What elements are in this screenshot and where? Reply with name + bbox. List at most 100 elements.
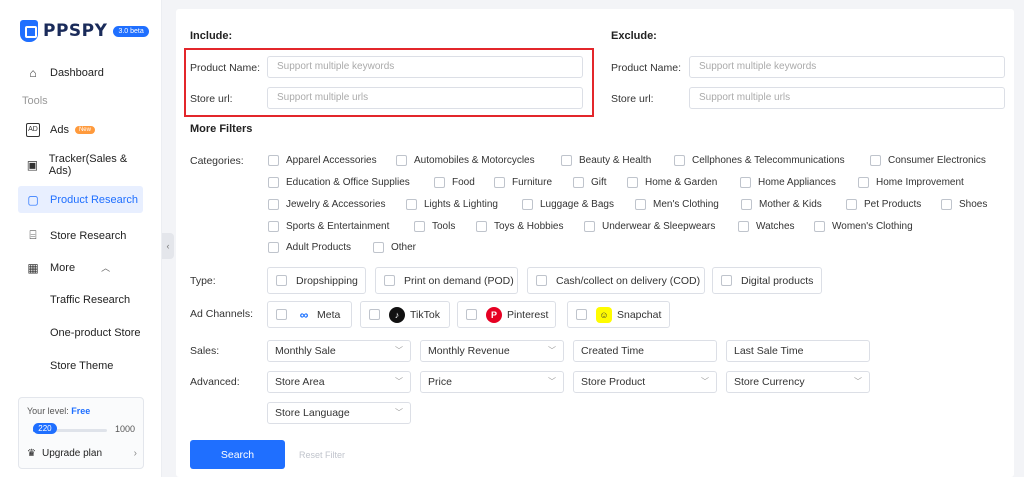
checkbox[interactable] bbox=[814, 221, 825, 232]
category-toys-hobbies[interactable]: Toys & Hobbies bbox=[476, 221, 563, 232]
monthly-revenue-select[interactable]: Monthly Revenue ﹀ bbox=[420, 340, 564, 362]
sidebar-item-product-research[interactable]: ▢ Product Research bbox=[18, 186, 143, 213]
channel-snapchat[interactable]: ☺ Snapchat bbox=[567, 301, 670, 328]
checkbox[interactable] bbox=[494, 177, 505, 188]
checkbox[interactable] bbox=[741, 199, 752, 210]
last-sale-time-select[interactable]: Last Sale Time bbox=[726, 340, 870, 362]
beta-badge: 3.0 beta bbox=[113, 25, 149, 37]
category-cellphones-telecommunications[interactable]: Cellphones & Telecommunications bbox=[674, 155, 845, 166]
sidebar-item-tracker[interactable]: ▣ Tracker(Sales & Ads) bbox=[18, 151, 143, 178]
sidebar-item-more[interactable]: ▦ More ︿ bbox=[18, 254, 143, 281]
checkbox[interactable] bbox=[846, 199, 857, 210]
sidebar-item-ads[interactable]: AD Ads New bbox=[18, 116, 143, 143]
category-automobiles-motorcycles[interactable]: Automobiles & Motorcycles bbox=[396, 155, 535, 166]
sidebar-item-dashboard[interactable]: ⌂ Dashboard bbox=[18, 59, 143, 86]
category-education-office-supplies[interactable]: Education & Office Supplies bbox=[268, 177, 410, 188]
exclude-store-url-input[interactable]: Support multiple urls bbox=[689, 87, 1005, 109]
sidebar-item-label: Dashboard bbox=[50, 66, 104, 79]
checkbox[interactable] bbox=[268, 199, 279, 210]
checkbox[interactable] bbox=[576, 309, 587, 320]
type-digital-products[interactable]: Digital products bbox=[712, 267, 822, 294]
checkbox[interactable] bbox=[268, 221, 279, 232]
checkbox[interactable] bbox=[476, 221, 487, 232]
search-button[interactable]: Search bbox=[190, 440, 285, 469]
checkbox[interactable] bbox=[635, 199, 646, 210]
category-other[interactable]: Other bbox=[373, 242, 416, 253]
category-home-improvement[interactable]: Home Improvement bbox=[858, 177, 964, 188]
category-women-s-clothing[interactable]: Women's Clothing bbox=[814, 221, 913, 232]
category-tools[interactable]: Tools bbox=[414, 221, 455, 232]
checkbox[interactable] bbox=[466, 309, 477, 320]
checkbox[interactable] bbox=[414, 221, 425, 232]
checkbox[interactable] bbox=[740, 177, 751, 188]
include-store-url-input[interactable]: Support multiple urls bbox=[267, 87, 583, 109]
checkbox[interactable] bbox=[406, 199, 417, 210]
checkbox[interactable] bbox=[561, 155, 572, 166]
channel-tiktok[interactable]: ♪ TikTok bbox=[360, 301, 450, 328]
channel-meta[interactable]: ∞ Meta bbox=[267, 301, 352, 328]
type-print-on-demand-pod[interactable]: Print on demand (POD) bbox=[375, 267, 518, 294]
checkbox[interactable] bbox=[396, 155, 407, 166]
logo[interactable]: PPSPY 3.0 beta bbox=[20, 20, 149, 42]
created-time-select[interactable]: Created Time bbox=[573, 340, 717, 362]
category-consumer-electronics[interactable]: Consumer Electronics bbox=[870, 155, 986, 166]
category-lights-lighting[interactable]: Lights & Lighting bbox=[406, 199, 498, 210]
category-jewelry-accessories[interactable]: Jewelry & Accessories bbox=[268, 199, 385, 210]
category-underwear-sleepwears[interactable]: Underwear & Sleepwears bbox=[584, 221, 715, 232]
sidebar-item-store-research[interactable]: ⌸ Store Research bbox=[18, 222, 143, 249]
checkbox[interactable] bbox=[373, 242, 384, 253]
category-adult-products[interactable]: Adult Products bbox=[268, 242, 351, 253]
include-product-name-input[interactable]: Support multiple keywords bbox=[267, 56, 583, 78]
checkbox[interactable] bbox=[738, 221, 749, 232]
checkbox[interactable] bbox=[268, 155, 279, 166]
checkbox[interactable] bbox=[434, 177, 445, 188]
checkbox[interactable] bbox=[276, 275, 287, 286]
checkbox[interactable] bbox=[674, 155, 685, 166]
category-shoes[interactable]: Shoes bbox=[941, 199, 987, 210]
category-apparel-accessories[interactable]: Apparel Accessories bbox=[268, 155, 377, 166]
checkbox[interactable] bbox=[627, 177, 638, 188]
category-luggage-bags[interactable]: Luggage & Bags bbox=[522, 199, 614, 210]
checkbox[interactable] bbox=[858, 177, 869, 188]
category-pet-products[interactable]: Pet Products bbox=[846, 199, 921, 210]
category-sports-entertainment[interactable]: Sports & Entertainment bbox=[268, 221, 389, 232]
category-men-s-clothing[interactable]: Men's Clothing bbox=[635, 199, 719, 210]
type-dropshipping[interactable]: Dropshipping bbox=[267, 267, 366, 294]
category-home-garden[interactable]: Home & Garden bbox=[627, 177, 717, 188]
category-mother-kids[interactable]: Mother & Kids bbox=[741, 199, 822, 210]
checkbox[interactable] bbox=[268, 242, 279, 253]
sidebar-item-traffic-research[interactable]: Traffic Research bbox=[50, 294, 130, 306]
store-language-select[interactable]: Store Language ﹀ bbox=[267, 402, 411, 424]
store-area-select[interactable]: Store Area ﹀ bbox=[267, 371, 411, 393]
collapse-sidebar-button[interactable]: ‹ bbox=[162, 233, 174, 259]
category-gift[interactable]: Gift bbox=[573, 177, 607, 188]
checkbox[interactable] bbox=[384, 275, 395, 286]
type-cash-collect-on-delivery-cod[interactable]: Cash/collect on delivery (COD) bbox=[527, 267, 705, 294]
checkbox[interactable] bbox=[522, 199, 533, 210]
ppspy-logo-icon bbox=[20, 20, 38, 42]
channel-pinterest[interactable]: P Pinterest bbox=[457, 301, 556, 328]
monthly-sale-select[interactable]: Monthly Sale ﹀ bbox=[267, 340, 411, 362]
exclude-product-name-input[interactable]: Support multiple keywords bbox=[689, 56, 1005, 78]
checkbox[interactable] bbox=[276, 309, 287, 320]
checkbox[interactable] bbox=[941, 199, 952, 210]
category-food[interactable]: Food bbox=[434, 177, 475, 188]
category-beauty-health[interactable]: Beauty & Health bbox=[561, 155, 651, 166]
checkbox[interactable] bbox=[721, 275, 732, 286]
store-currency-select[interactable]: Store Currency ﹀ bbox=[726, 371, 870, 393]
checkbox[interactable] bbox=[870, 155, 881, 166]
checkbox[interactable] bbox=[584, 221, 595, 232]
category-furniture[interactable]: Furniture bbox=[494, 177, 552, 188]
category-home-appliances[interactable]: Home Appliances bbox=[740, 177, 836, 188]
sidebar-item-store-theme[interactable]: Store Theme bbox=[50, 360, 113, 372]
checkbox[interactable] bbox=[268, 177, 279, 188]
store-product-select[interactable]: Store Product ﹀ bbox=[573, 371, 717, 393]
price-select[interactable]: Price ﹀ bbox=[420, 371, 564, 393]
upgrade-plan-button[interactable]: ♛ Upgrade plan › bbox=[27, 448, 137, 459]
sidebar-item-one-product-store[interactable]: One-product Store bbox=[50, 327, 141, 339]
reset-filter-button[interactable]: Reset Filter bbox=[299, 450, 345, 460]
checkbox[interactable] bbox=[573, 177, 584, 188]
checkbox[interactable] bbox=[369, 309, 380, 320]
category-watches[interactable]: Watches bbox=[738, 221, 795, 232]
checkbox[interactable] bbox=[536, 275, 547, 286]
